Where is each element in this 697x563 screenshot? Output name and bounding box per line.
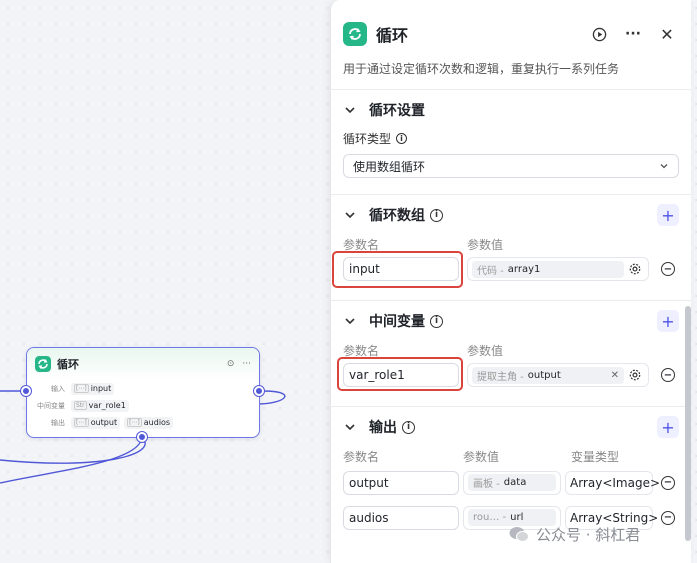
loop-type-label: 循环类型 i	[343, 130, 679, 147]
loop-node[interactable]: 循环 ⊙ ··· 输入 [⋯] input 中间变量 Str var_role1 输…	[26, 347, 260, 438]
node-middle-row: 中间变量 Str var_role1	[27, 397, 259, 414]
play-icon[interactable]	[587, 22, 611, 46]
info-icon[interactable]: i	[430, 208, 443, 222]
highlight-box	[337, 357, 463, 391]
close-icon[interactable]: ✕	[655, 22, 679, 46]
watermark: 公众号 · 斜杠君	[508, 523, 640, 545]
play-icon[interactable]: ⊙	[227, 359, 235, 369]
highlight-box	[332, 251, 463, 288]
loop-array-row: input 代码 - array1 −	[332, 251, 679, 288]
middle-vars-title: 中间变量	[369, 314, 425, 330]
node-output-label: 输出	[51, 418, 65, 427]
node-middle-chip: Str var_role1	[71, 399, 129, 412]
chevron-down-icon[interactable]	[343, 208, 357, 222]
reference-chip: 代码 - array1	[472, 260, 624, 278]
node-input-row: 输入 [⋯] input	[27, 380, 259, 397]
panel-description: 用于通过设定循环次数和逻辑，重复执行一系列任务	[343, 62, 620, 76]
info-icon[interactable]: i	[402, 420, 415, 434]
input-port[interactable]	[21, 386, 31, 396]
loop-settings-section: 循环设置 循环类型 i 使用数组循环	[331, 90, 691, 195]
variable-type: Array<Image>	[565, 470, 660, 495]
chevron-down-icon[interactable]	[343, 420, 357, 434]
node-middle-label: 中间变量	[37, 401, 65, 410]
node-output-chip: [⋯] audios	[124, 416, 174, 429]
node-input-chip: [⋯] input	[71, 382, 115, 395]
more-icon[interactable]: ···	[621, 22, 645, 46]
add-middle-var-button[interactable]: +	[657, 310, 679, 332]
middle-vars-section: 中间变量 i + 参数名 参数值 var_role1 提取主角 - output ✕…	[331, 301, 691, 407]
outputs-title: 输出	[369, 420, 397, 436]
loop-type-select[interactable]: 使用数组循环	[343, 154, 679, 178]
reference-chip: 提取主角 - output ✕	[472, 366, 624, 384]
minus-circle-icon[interactable]: −	[661, 368, 675, 382]
outputs-header[interactable]: 输出 i +	[343, 407, 679, 447]
node-settings-panel: 循环 ··· ✕ 用于通过设定循环次数和逻辑，重复执行一系列任务 循环设置 循环…	[330, 0, 691, 563]
node-output-chip: [⋯] output	[71, 416, 121, 429]
more-icon[interactable]: ···	[242, 359, 251, 369]
gear-icon[interactable]	[628, 262, 642, 276]
minus-circle-icon[interactable]: −	[661, 510, 675, 525]
loop-node-title: 循环	[57, 358, 79, 371]
scrollbar[interactable]	[685, 306, 691, 541]
middle-vars-header[interactable]: 中间变量 i +	[343, 301, 679, 341]
param-value-selector[interactable]: 提取主角 - output ✕	[467, 363, 649, 387]
reference-chip: 画板 - data	[468, 474, 556, 491]
panel-header: 循环 ··· ✕ 用于通过设定循环次数和逻辑，重复执行一系列任务	[331, 0, 691, 90]
loop-array-title: 循环数组	[369, 208, 425, 224]
node-output-row: 输出 [⋯] output [⋯] audios	[27, 414, 259, 431]
output-port[interactable]	[254, 386, 264, 396]
chevron-down-icon[interactable]	[343, 314, 357, 328]
chevron-down-icon	[660, 164, 668, 169]
loop-array-section: 循环数组 i + 参数名 参数值 input 代码 - array1 −	[331, 195, 691, 301]
gear-icon[interactable]	[628, 368, 642, 382]
loop-settings-header[interactable]: 循环设置	[343, 90, 679, 130]
loop-type-value: 使用数组循环	[353, 159, 426, 174]
chevron-down-icon[interactable]	[343, 103, 357, 117]
info-icon[interactable]: i	[430, 314, 443, 328]
loop-body-port[interactable]	[137, 432, 147, 442]
param-name-input[interactable]: audios	[343, 505, 459, 530]
wechat-icon	[509, 527, 529, 542]
node-input-label: 输入	[51, 384, 65, 393]
add-output-button[interactable]: +	[657, 416, 679, 438]
panel-title: 循环	[376, 26, 409, 45]
param-name-input[interactable]: output	[343, 470, 459, 495]
minus-circle-icon[interactable]: −	[661, 262, 675, 276]
outputs-columns: 参数名 参数值 变量类型	[343, 449, 620, 464]
loop-array-header[interactable]: 循环数组 i +	[343, 195, 679, 235]
connection-wires	[0, 390, 286, 484]
loop-icon	[343, 22, 367, 46]
param-value-selector[interactable]: 代码 - array1	[467, 257, 649, 281]
param-value-selector[interactable]: 画板 - data	[463, 470, 561, 495]
loop-icon	[35, 356, 51, 372]
close-small-icon[interactable]: ✕	[611, 370, 619, 381]
output-row: output 画板 - data Array<Image> −	[343, 465, 679, 500]
middle-var-row: var_role1 提取主角 - output ✕ −	[337, 357, 679, 391]
info-icon[interactable]: i	[396, 133, 408, 144]
loop-settings-title: 循环设置	[369, 103, 425, 119]
add-array-button[interactable]: +	[657, 204, 679, 226]
loop-node-header: 循环 ⊙ ···	[27, 348, 259, 380]
minus-circle-icon[interactable]: −	[661, 475, 675, 490]
